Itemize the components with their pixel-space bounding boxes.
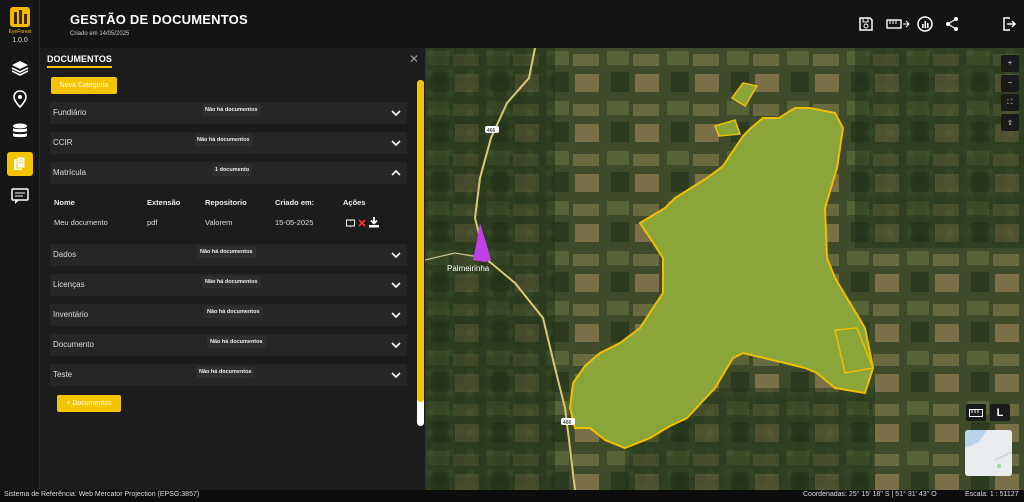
- database-icon: [13, 123, 27, 138]
- table-cell-repositorio: Valorem: [205, 218, 233, 227]
- place-label: Palmeirinha: [447, 264, 490, 273]
- table-cell-extensao: pdf: [147, 218, 158, 227]
- documents-icon: [14, 156, 26, 170]
- road-label: 466: [487, 128, 496, 134]
- analytics-icon: [917, 16, 933, 32]
- reference-system-text: Sistema de Referência: Web Mercator Proj…: [4, 491, 200, 498]
- sidebar-item-location[interactable]: [7, 87, 33, 111]
- delete-document-icon[interactable]: [358, 219, 366, 227]
- north-button[interactable]: ⇧: [1001, 114, 1019, 131]
- category-name: Inventário: [53, 310, 89, 319]
- message-icon: [11, 188, 29, 204]
- share-icon: [946, 17, 958, 31]
- road-label: 466: [563, 420, 572, 426]
- category-badge: Não há documentos: [202, 276, 261, 288]
- table-header-repositorio: Repositorio: [205, 198, 247, 207]
- chevron-up-icon[interactable]: [391, 168, 401, 178]
- logout-button[interactable]: [998, 13, 1020, 35]
- table-cell-nome: Meu documento: [54, 218, 108, 227]
- app-root: EyeForest 1.0.0 GESTÃO DE DOCUMENTOS Cri…: [0, 0, 1024, 502]
- category-name: Dados: [53, 250, 77, 259]
- category-name: Teste: [53, 370, 73, 379]
- chevron-down-icon[interactable]: [391, 370, 401, 380]
- status-bar: Sistema de Referência: Web Mercator Proj…: [0, 490, 1024, 502]
- measure-button[interactable]: [885, 13, 911, 35]
- map-view[interactable]: Palmeirinha 466 466 + − ⛶ ⇧ L: [425, 48, 1024, 490]
- category-badge: Não há documentos: [207, 336, 266, 348]
- page-title: GESTÃO DE DOCUMENTOS: [70, 12, 248, 27]
- documents-panel: DOCUMENTOS ✕ Nova Categoria Fundiário Nã…: [40, 48, 425, 490]
- basemap-thumbnail[interactable]: [965, 430, 1012, 476]
- table-header-nome: Nome: [54, 198, 75, 207]
- category-name: Licenças: [53, 280, 85, 289]
- category-row-dados[interactable]: Dados Não há documentos: [50, 244, 407, 266]
- zoom-out-button[interactable]: −: [1001, 75, 1019, 92]
- category-badge: Não há documentos: [196, 366, 255, 378]
- chevron-down-icon[interactable]: [391, 310, 401, 320]
- sidebar-item-layers[interactable]: [7, 56, 33, 80]
- panel-title: DOCUMENTOS: [47, 54, 112, 68]
- chevron-down-icon[interactable]: [391, 138, 401, 148]
- category-name: Fundiário: [53, 108, 87, 117]
- scrollbar-thumb[interactable]: [417, 80, 424, 402]
- category-row-teste[interactable]: Teste Não há documentos: [50, 364, 407, 386]
- zoom-in-button[interactable]: +: [1001, 55, 1019, 72]
- category-row-inventario[interactable]: Inventário Não há documentos: [50, 304, 407, 326]
- table-cell-criado: 15-05-2025: [275, 218, 314, 227]
- sidebar-item-database[interactable]: [7, 120, 33, 144]
- category-row-matricula[interactable]: Matrícula 1 documento: [50, 162, 407, 184]
- sidebar-item-documents[interactable]: [7, 152, 33, 176]
- fullscreen-button[interactable]: ⛶: [1001, 94, 1019, 111]
- category-row-fundiario[interactable]: Fundiário Não há documentos: [50, 102, 407, 124]
- table-header-criado: Criado em:: [275, 198, 315, 207]
- measure-map-button[interactable]: [966, 404, 986, 421]
- category-badge: 1 documento: [212, 164, 253, 176]
- close-panel-button[interactable]: ✕: [409, 52, 419, 66]
- ruler-icon: [969, 408, 983, 417]
- layers-icon: [11, 61, 29, 76]
- logo-text: EyeForest: [8, 29, 32, 35]
- category-row-documento[interactable]: Documento Não há documentos: [50, 334, 407, 356]
- coordinates-text: Coordenadas: 25° 15' 18'' S | 51° 31' 43…: [803, 491, 937, 498]
- category-badge: Não há documentos: [197, 246, 256, 258]
- sidebar-item-messages[interactable]: [7, 184, 33, 208]
- app-version: 1.0.0: [12, 37, 28, 44]
- save-button[interactable]: [855, 13, 877, 35]
- chevron-down-icon[interactable]: [391, 250, 401, 260]
- download-document-icon[interactable]: [368, 216, 380, 228]
- view-document-icon[interactable]: [346, 219, 355, 227]
- app-logo-icon: [8, 5, 32, 29]
- basemap-label-button[interactable]: L: [990, 404, 1010, 421]
- header: GESTÃO DE DOCUMENTOS Criado em 14/05/202…: [40, 0, 1024, 48]
- sidebar: EyeForest 1.0.0: [0, 0, 40, 490]
- category-badge: Não há documentos: [204, 306, 263, 318]
- category-badge: Não há documentos: [194, 134, 253, 146]
- table-header-acoes: Ações: [343, 198, 366, 207]
- ruler-icon: [886, 19, 910, 29]
- chevron-down-icon[interactable]: [391, 340, 401, 350]
- category-row-ccir[interactable]: CCIR Não há documentos: [50, 132, 407, 154]
- new-category-button[interactable]: Nova Categoria: [51, 77, 117, 94]
- page-subtitle: Criado em 14/05/2025: [70, 31, 130, 37]
- chevron-down-icon[interactable]: [391, 280, 401, 290]
- map-pin-icon: [13, 90, 27, 108]
- save-icon: [859, 17, 873, 31]
- scale-text: Escala: 1 : 51127: [965, 491, 1019, 498]
- chevron-down-icon[interactable]: [391, 108, 401, 118]
- analytics-button[interactable]: [914, 13, 936, 35]
- category-badge: Não há documentos: [202, 104, 261, 116]
- category-name: Documento: [53, 340, 94, 349]
- category-name: CCIR: [53, 138, 73, 147]
- add-documents-button[interactable]: + Documentos: [57, 395, 121, 412]
- category-row-licencas[interactable]: Licenças Não há documentos: [50, 274, 407, 296]
- category-name: Matrícula: [53, 168, 86, 177]
- share-button[interactable]: [941, 13, 963, 35]
- close-icon: ✕: [408, 52, 419, 66]
- logout-icon: [1003, 17, 1017, 31]
- documents-table: Nome Extensão Repositorio Criado em: Açõ…: [50, 184, 407, 246]
- satellite-map[interactable]: Palmeirinha 466 466: [425, 48, 1024, 490]
- table-header-extensao: Extensão: [147, 198, 181, 207]
